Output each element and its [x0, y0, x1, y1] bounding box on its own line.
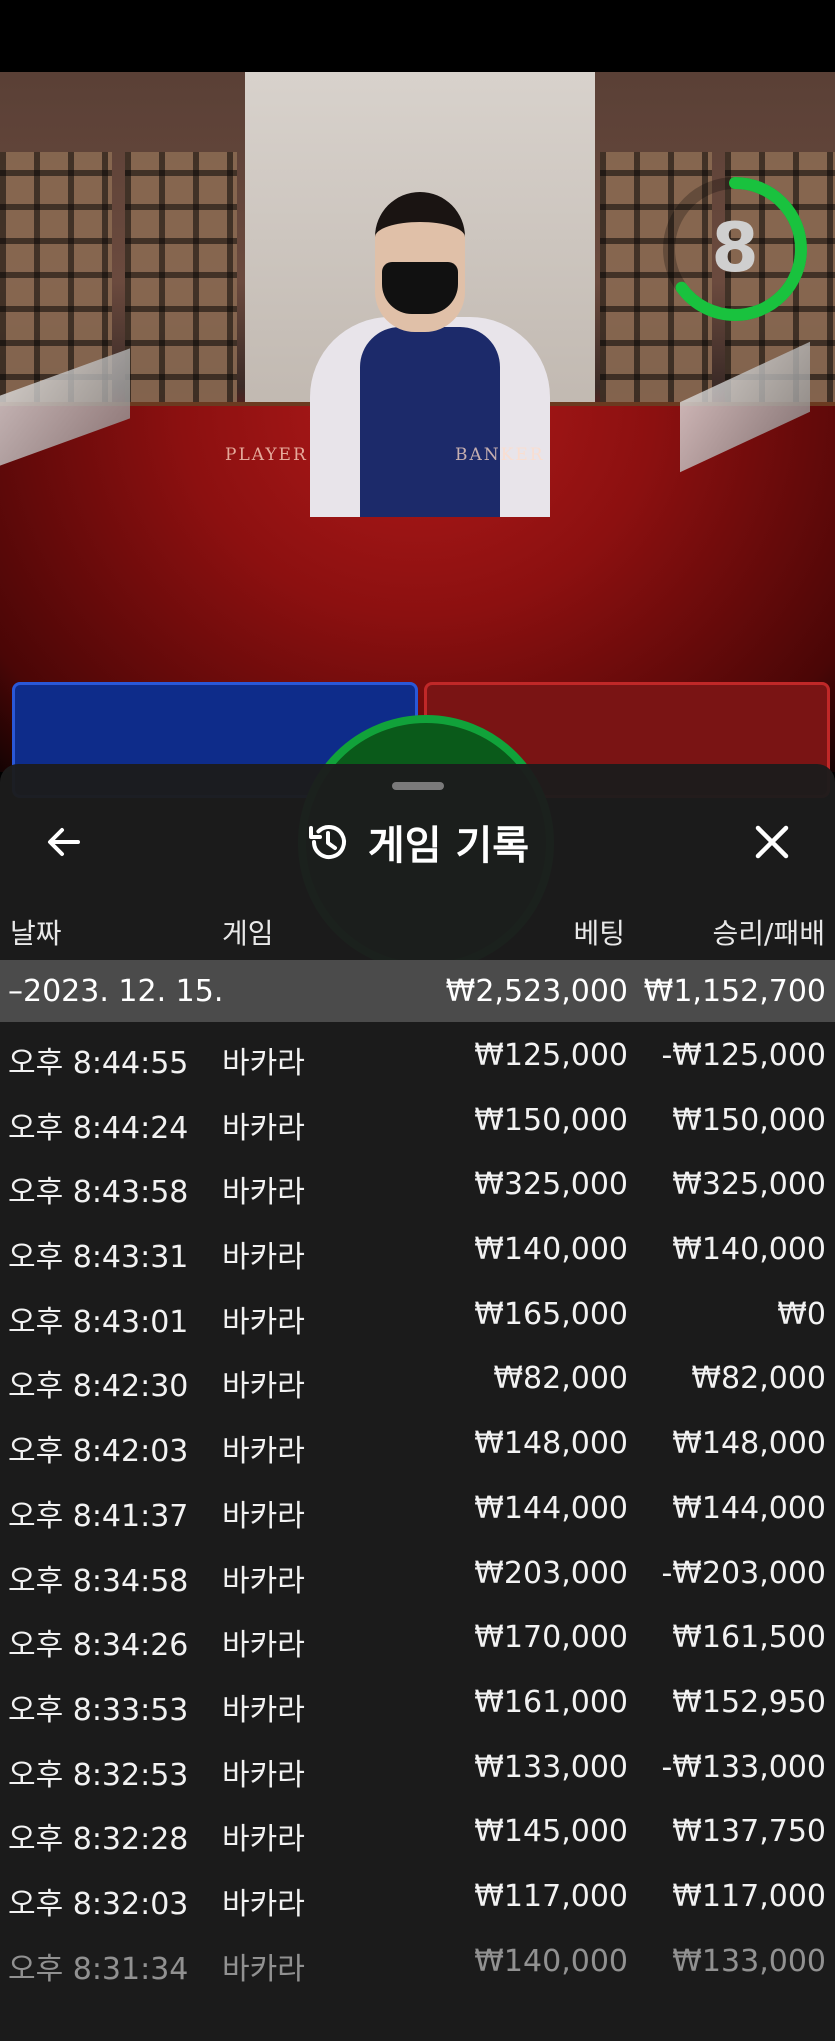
row-time: 오후 8:44:24 — [8, 1110, 189, 1146]
row-result: ₩161,500 — [672, 1620, 826, 1656]
row-result: ₩117,000 — [672, 1878, 826, 1914]
column-header-result[interactable]: 승리/패배 — [640, 912, 825, 952]
felt-player-label: PLAYER — [225, 445, 308, 465]
table-row[interactable]: 오후 8:41:37 바카라 ₩144,000 ₩144,000 — [0, 1475, 835, 1540]
row-game: 바카라 — [222, 1046, 305, 1081]
row-result: -₩133,000 — [661, 1749, 826, 1785]
table-row[interactable]: 오후 8:44:24 바카라 ₩150,000 ₩150,000 — [0, 1087, 835, 1152]
sheet-title-text: 게임 기록 — [367, 823, 530, 869]
row-result: ₩144,000 — [672, 1490, 826, 1526]
row-game: 바카라 — [222, 1886, 305, 1922]
row-time: 오후 8:43:58 — [8, 1175, 189, 1211]
table-row[interactable]: 오후 8:33:53 바카라 ₩161,000 ₩152,950 — [0, 1669, 835, 1734]
row-time: 오후 8:34:26 — [8, 1628, 189, 1664]
row-game: 바카라 — [222, 1434, 305, 1470]
row-result: ₩152,950 — [672, 1684, 826, 1720]
row-time: 오후 8:32:03 — [8, 1886, 189, 1922]
row-time: 오후 8:32:53 — [8, 1757, 189, 1793]
table-row[interactable]: 오후 8:32:28 바카라 ₩145,000 ₩137,750 — [0, 1798, 835, 1863]
row-bet: ₩117,000 — [474, 1878, 628, 1914]
row-bet: ₩325,000 — [474, 1167, 628, 1203]
table-row[interactable]: 오후 8:42:03 바카라 ₩148,000 ₩148,000 — [0, 1410, 835, 1475]
row-game: 바카라 — [222, 1951, 305, 1987]
row-bet: ₩170,000 — [474, 1620, 628, 1656]
row-time: 오후 8:43:01 — [8, 1304, 189, 1340]
row-game: 바카라 — [222, 1822, 305, 1858]
row-time: 오후 8:44:55 — [8, 1046, 189, 1081]
row-bet: ₩145,000 — [474, 1814, 628, 1850]
countdown-number: 8 — [711, 209, 759, 288]
close-icon — [755, 825, 789, 859]
date-summary-row[interactable]: –2023. 12. 15. ₩2,523,000 ₩1,152,700 — [0, 960, 835, 1022]
row-bet: ₩144,000 — [474, 1490, 628, 1526]
row-time: 오후 8:41:37 — [8, 1498, 189, 1534]
row-game: 바카라 — [222, 1369, 305, 1405]
row-game: 바카라 — [222, 1563, 305, 1599]
row-game: 바카라 — [222, 1628, 305, 1664]
row-bet: ₩133,000 — [474, 1749, 628, 1785]
row-time: 오후 8:32:28 — [8, 1822, 189, 1858]
column-header-bet[interactable]: 베팅 — [420, 912, 625, 952]
row-bet: ₩165,000 — [474, 1296, 628, 1332]
felt-banker-label: BANKER — [455, 445, 545, 465]
row-result: ₩148,000 — [672, 1426, 826, 1462]
history-icon — [308, 825, 346, 859]
dealer — [300, 152, 600, 517]
table-row[interactable]: 오후 8:32:53 바카라 ₩133,000 -₩133,000 — [0, 1734, 835, 1799]
row-time: 오후 8:42:30 — [8, 1369, 189, 1405]
table-row[interactable]: 오후 8:44:55 바카라 ₩125,000 -₩125,000 — [0, 1022, 835, 1087]
row-bet: ₩161,000 — [474, 1684, 628, 1720]
sheet-drag-handle[interactable] — [392, 782, 444, 790]
summary-result-total: ₩1,152,700 — [643, 974, 826, 1009]
row-bet: ₩140,000 — [474, 1232, 628, 1268]
table-row[interactable]: 오후 8:43:31 바카라 ₩140,000 ₩140,000 — [0, 1216, 835, 1281]
row-bet: ₩150,000 — [474, 1102, 628, 1138]
game-history-sheet: 게임 기록 날짜 게임 베팅 승리/패배 –2023. 12. 15. ₩2,5… — [0, 764, 835, 2041]
row-result: ₩137,750 — [672, 1814, 826, 1850]
summary-date: –2023. 12. 15. — [8, 974, 224, 1009]
row-result: ₩150,000 — [672, 1102, 826, 1138]
row-time: 오후 8:33:53 — [8, 1692, 189, 1728]
row-time: 오후 8:42:03 — [8, 1434, 189, 1470]
status-bar — [0, 0, 835, 72]
table-row[interactable]: 오후 8:43:58 바카라 ₩325,000 ₩325,000 — [0, 1151, 835, 1216]
table-row[interactable]: 오후 8:34:26 바카라 ₩170,000 ₩161,500 — [0, 1604, 835, 1669]
row-bet: ₩125,000 — [474, 1038, 628, 1073]
row-game: 바카라 — [222, 1498, 305, 1534]
row-game: 바카라 — [222, 1240, 305, 1276]
row-game: 바카라 — [222, 1175, 305, 1211]
row-game: 바카라 — [222, 1110, 305, 1146]
row-game: 바카라 — [222, 1757, 305, 1793]
table-row[interactable]: 오후 8:32:03 바카라 ₩117,000 ₩117,000 — [0, 1863, 835, 1928]
sheet-title: 게임 기록 — [0, 812, 835, 872]
summary-bet-total: ₩2,523,000 — [445, 974, 628, 1009]
row-bet: ₩82,000 — [493, 1361, 628, 1397]
row-game: 바카라 — [222, 1304, 305, 1340]
table-row[interactable]: 오후 8:34:58 바카라 ₩203,000 -₩203,000 — [0, 1540, 835, 1605]
row-result: -₩203,000 — [661, 1555, 826, 1591]
table-row[interactable]: 오후 8:31:34 바카라 ₩140,000 ₩133,000 — [0, 1928, 835, 1993]
row-time: 오후 8:31:34 — [8, 1951, 189, 1987]
row-game: 바카라 — [222, 1692, 305, 1728]
column-header-game[interactable]: 게임 — [222, 912, 274, 952]
column-header-date[interactable]: 날짜 — [10, 912, 62, 952]
row-bet: ₩203,000 — [474, 1555, 628, 1591]
row-result: ₩140,000 — [672, 1232, 826, 1268]
table-row[interactable]: 오후 8:42:30 바카라 ₩82,000 ₩82,000 — [0, 1345, 835, 1410]
row-result: ₩82,000 — [691, 1361, 826, 1397]
live-video-feed: PLAYER BANKER 8 — [0, 72, 835, 772]
row-result: ₩325,000 — [672, 1167, 826, 1203]
table-row[interactable]: 오후 8:43:01 바카라 ₩165,000 ₩0 — [0, 1281, 835, 1346]
row-result: ₩133,000 — [672, 1943, 826, 1979]
row-bet: ₩140,000 — [474, 1943, 628, 1979]
close-button[interactable] — [744, 814, 800, 870]
history-list[interactable]: 오후 8:44:55 바카라 ₩125,000 -₩125,000 오후 8:44:24… — [0, 1022, 835, 1992]
row-result: ₩0 — [777, 1296, 826, 1332]
row-bet: ₩148,000 — [474, 1426, 628, 1462]
row-time: 오후 8:43:31 — [8, 1240, 189, 1276]
row-time: 오후 8:34:58 — [8, 1563, 189, 1599]
row-result: -₩125,000 — [661, 1038, 826, 1073]
